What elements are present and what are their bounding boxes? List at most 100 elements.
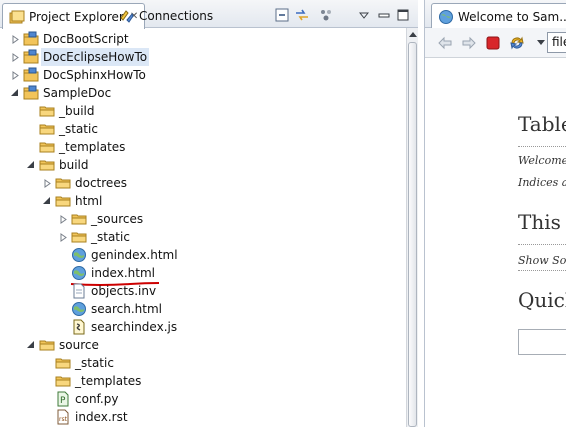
- tab-label: Connections: [139, 8, 214, 23]
- folder-icon: [39, 139, 55, 155]
- folder-icon: [55, 175, 71, 191]
- globe-icon: [438, 9, 454, 25]
- tree-item-label: _static: [91, 230, 130, 244]
- rst-file-icon: rst: [55, 409, 71, 425]
- view-menu-icon[interactable]: [356, 7, 372, 23]
- tree-item[interactable]: searchindex.js: [58, 318, 177, 336]
- tree-item[interactable]: _sources: [58, 210, 143, 228]
- tree-item[interactable]: _templates: [42, 372, 141, 390]
- tree-item[interactable]: html: [42, 192, 102, 210]
- collapsed-arrow-icon[interactable]: [10, 48, 20, 66]
- url-field[interactable]: file: [547, 32, 566, 53]
- tree-item[interactable]: _static: [26, 120, 98, 138]
- left-tab-bar: Project Explorer ✕ Connections: [0, 0, 418, 29]
- tree-item[interactable]: search.html: [58, 300, 162, 318]
- vertical-scrollbar[interactable]: [406, 28, 418, 427]
- right-tab-bar: Welcome to Sam...: [425, 0, 566, 29]
- expanded-arrow-icon[interactable]: [26, 156, 36, 174]
- tree-item-label: build: [59, 158, 89, 172]
- refresh-icon[interactable]: [509, 35, 525, 51]
- connections-icon: [119, 8, 135, 24]
- tree-item-label: html: [75, 194, 103, 208]
- tab-connections[interactable]: Connections: [113, 3, 219, 28]
- collapsed-arrow-icon[interactable]: [58, 210, 68, 228]
- expanded-arrow-icon[interactable]: [10, 84, 20, 102]
- tree-item[interactable]: DocSphinxHowTo: [10, 66, 146, 84]
- tree-item-label: genindex.html: [91, 248, 178, 262]
- tree-item[interactable]: _static: [42, 354, 114, 372]
- tree-item-label: index.rst: [75, 410, 128, 424]
- folder-icon: [55, 355, 71, 371]
- collapsed-arrow-icon[interactable]: [10, 66, 20, 84]
- tree-item-label: _build: [59, 104, 95, 118]
- project-icon: [23, 31, 39, 47]
- expanded-arrow-icon[interactable]: [26, 336, 36, 354]
- folder-icon: [39, 103, 55, 119]
- back-icon[interactable]: [437, 35, 453, 51]
- tree-item[interactable]: DocEclipseHowTo: [10, 48, 150, 66]
- scrollbar-thumb[interactable]: [408, 42, 417, 427]
- tree-item[interactable]: _build: [26, 102, 95, 120]
- tree-item[interactable]: index.html: [58, 264, 155, 282]
- tree-item-label: _templates: [75, 374, 142, 388]
- tree-item[interactable]: SampleDoc: [10, 84, 111, 102]
- page-heading-quick: Quick: [518, 288, 566, 312]
- tree-item-label: DocEclipseHowTo: [41, 48, 150, 66]
- project-tree: DocBootScript DocEclipseHowTo DocSphinxHow…: [0, 28, 406, 427]
- minimize-icon[interactable]: [376, 7, 392, 23]
- scroll-up-icon[interactable]: [407, 28, 418, 40]
- page-line-welcome[interactable]: Welcome: [518, 154, 566, 167]
- tree-item[interactable]: Pconf.py: [42, 390, 118, 408]
- tree-item[interactable]: _templates: [26, 138, 125, 156]
- tree-item[interactable]: DocBootScript: [10, 30, 129, 48]
- python-file-icon: P: [55, 391, 71, 407]
- tree-item[interactable]: rst index.rst: [42, 408, 128, 426]
- tree-item[interactable]: source: [26, 336, 99, 354]
- tree-item-label: _static: [59, 122, 98, 136]
- folder-icon: [39, 157, 55, 173]
- folder-icon: [55, 193, 71, 209]
- maximize-icon[interactable]: [395, 7, 411, 23]
- tab-welcome[interactable]: Welcome to Sam...: [431, 3, 566, 29]
- tree-item-label: _templates: [59, 140, 126, 154]
- expanded-arrow-icon[interactable]: [42, 192, 52, 210]
- tree-item[interactable]: build: [26, 156, 89, 174]
- project-explorer-icon: [9, 9, 25, 25]
- forward-icon[interactable]: [461, 35, 477, 51]
- tree-item-label: DocBootScript: [43, 32, 129, 46]
- globe-icon: [71, 247, 87, 263]
- collapsed-arrow-icon[interactable]: [42, 174, 52, 192]
- tree-item-label: DocSphinxHowTo: [43, 68, 146, 82]
- browser-panel: Welcome to Sam... file Table Welcome Ind…: [424, 0, 566, 427]
- folder-icon: [71, 211, 87, 227]
- tree-item-label: objects.inv: [91, 284, 157, 298]
- tree-item[interactable]: doctrees: [42, 174, 127, 192]
- quick-search-input[interactable]: [518, 329, 566, 355]
- tree-item-label: source: [59, 338, 99, 352]
- page-line-show-source[interactable]: Show Sou: [518, 254, 566, 267]
- folder-icon: [55, 373, 71, 389]
- tree-item-label: conf.py: [75, 392, 119, 406]
- project-icon: [23, 85, 39, 101]
- link-with-editor-icon[interactable]: [294, 7, 310, 23]
- js-file-icon: [71, 319, 87, 335]
- stop-icon[interactable]: [485, 35, 501, 51]
- page-line-indices[interactable]: Indices an: [518, 176, 566, 189]
- collapsed-arrow-icon[interactable]: [10, 30, 20, 48]
- tree-item[interactable]: _static: [58, 228, 130, 246]
- collapse-all-icon[interactable]: [274, 7, 290, 23]
- collapsed-arrow-icon[interactable]: [58, 228, 68, 246]
- tree-item[interactable]: objects.inv: [58, 282, 156, 300]
- filter-icon[interactable]: [318, 7, 334, 23]
- tree-item[interactable]: genindex.html: [58, 246, 178, 264]
